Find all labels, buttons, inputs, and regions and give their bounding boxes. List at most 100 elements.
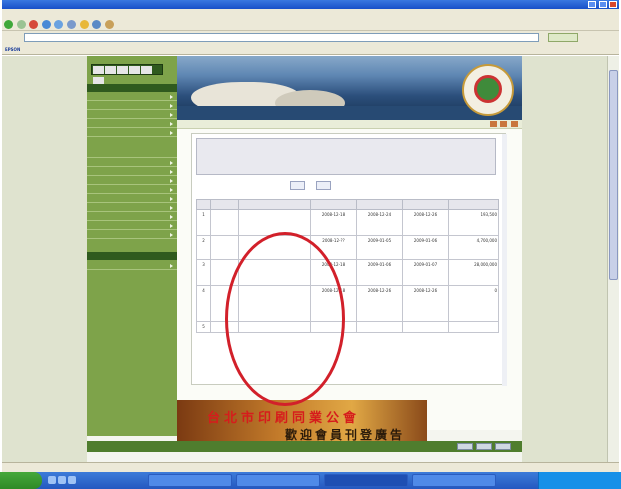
- arrow-icon: [170, 122, 173, 126]
- arrow-icon: [170, 264, 173, 268]
- quicklaunch-desktop-icon[interactable]: [58, 476, 66, 484]
- sidebar-item[interactable]: [87, 221, 177, 230]
- epson-link[interactable]: EPSON: [5, 47, 20, 52]
- arrow-icon: [170, 131, 173, 135]
- footer-button[interactable]: [495, 443, 511, 450]
- row-amount: 28,000,000: [448, 259, 499, 286]
- quicklaunch-media-icon[interactable]: [68, 476, 76, 484]
- sidebar-item[interactable]: [87, 119, 177, 128]
- row-org: [210, 209, 239, 236]
- taskbar-item[interactable]: [324, 474, 408, 487]
- row-org: [210, 235, 239, 260]
- sidebar-item[interactable]: [87, 176, 177, 185]
- row-title-link[interactable]: [238, 209, 311, 236]
- scrollbar-thumb[interactable]: [609, 70, 618, 280]
- taskbar-item[interactable]: [236, 474, 320, 487]
- row-number: 2: [196, 235, 211, 260]
- arrow-icon: [170, 113, 173, 117]
- home-icon[interactable]: [54, 20, 64, 29]
- arrow-icon: [170, 179, 173, 183]
- address-bar: [2, 31, 619, 44]
- annotation-circle: [225, 232, 345, 406]
- row-amount: [448, 321, 499, 333]
- row-number: 5: [196, 321, 211, 333]
- sidebar-item[interactable]: [87, 128, 177, 137]
- column-header: [402, 199, 449, 210]
- start-button[interactable]: [0, 472, 42, 489]
- row-end-date: 2008-12-26: [402, 285, 449, 322]
- arrow-icon: [170, 224, 173, 228]
- emblem-icon: [474, 75, 502, 103]
- ad-title: 台北市印刷同業公會: [207, 411, 361, 426]
- row-end-date: [402, 321, 449, 333]
- close-button[interactable]: [609, 1, 617, 8]
- row-amount: 193,500: [448, 209, 499, 236]
- arrow-icon: [170, 215, 173, 219]
- row-start-date: 2008-12-26: [356, 285, 403, 322]
- menu-bar: [2, 9, 619, 18]
- minimize-button[interactable]: [588, 1, 597, 8]
- sidebar-item[interactable]: [87, 101, 177, 110]
- back-button[interactable]: [315, 181, 331, 190]
- address-input[interactable]: [24, 33, 539, 42]
- stop-icon[interactable]: [29, 20, 39, 29]
- mail-icon[interactable]: [104, 20, 114, 29]
- print-icon[interactable]: [489, 121, 497, 127]
- association-emblem: [462, 64, 514, 116]
- column-header: [210, 199, 239, 210]
- panel-scrollbar[interactable]: [502, 134, 507, 386]
- sidebar-item[interactable]: [87, 212, 177, 221]
- column-header: [310, 199, 357, 210]
- status-bar: [2, 462, 619, 472]
- sidebar-item[interactable]: [87, 158, 177, 167]
- sidebar-item[interactable]: [87, 261, 177, 270]
- go-button[interactable]: [548, 33, 578, 42]
- arrow-icon: [170, 161, 173, 165]
- sidebar-item[interactable]: [87, 230, 177, 239]
- sidebar-item[interactable]: [87, 194, 177, 203]
- forward-icon[interactable]: [16, 20, 26, 29]
- column-header: [196, 199, 211, 210]
- row-number: 1: [196, 209, 211, 236]
- table-header-row: [196, 199, 499, 210]
- row-end-date: 2009-01-06: [402, 235, 449, 260]
- sidebar-item[interactable]: [87, 185, 177, 194]
- confirm-button[interactable]: [290, 181, 305, 190]
- search-icon[interactable]: [66, 20, 76, 29]
- column-header: [356, 199, 403, 210]
- breadcrumb: [177, 120, 522, 129]
- quicklaunch-ie-icon[interactable]: [48, 476, 56, 484]
- footer-button[interactable]: [457, 443, 473, 450]
- print-icon[interactable]: [92, 20, 102, 29]
- sidebar-item[interactable]: [87, 149, 177, 158]
- sidebar-item[interactable]: [87, 203, 177, 212]
- sidebar-item[interactable]: [87, 167, 177, 176]
- row-announce-date: 2008-12-18: [310, 209, 357, 236]
- column-header: [448, 199, 499, 210]
- form-buttons: [290, 181, 340, 192]
- arrow-icon: [170, 170, 173, 174]
- share-icon[interactable]: [511, 121, 518, 127]
- taskbar-item[interactable]: [148, 474, 232, 487]
- refresh-icon[interactable]: [41, 20, 51, 29]
- arrow-icon: [170, 104, 173, 108]
- maximize-button[interactable]: [598, 1, 607, 8]
- taskbar-item[interactable]: [412, 474, 496, 487]
- arrow-icon: [170, 95, 173, 99]
- window-titlebar: [2, 0, 619, 9]
- font-size-icon[interactable]: [500, 121, 508, 127]
- favorites-icon[interactable]: [79, 20, 89, 29]
- screen: EPSON 1 2008-12-18 2008-12-24 2008-12-26…: [0, 0, 621, 489]
- back-icon[interactable]: [4, 20, 13, 29]
- sidebar-item[interactable]: [87, 92, 177, 101]
- row-start-date: 2009-01-06: [356, 259, 403, 286]
- row-start-date: 2008-12-24: [356, 209, 403, 236]
- browser-toolbar: [2, 18, 619, 31]
- column-header: [238, 199, 311, 210]
- footer-button[interactable]: [476, 443, 492, 450]
- arrow-icon: [170, 197, 173, 201]
- sidebar-item[interactable]: [87, 110, 177, 119]
- vertical-scrollbar[interactable]: [607, 56, 619, 462]
- site-footer: [87, 441, 522, 452]
- table-row: 2 2008-12-?? 2009-01-05 2009-01-06 4,700…: [196, 235, 499, 260]
